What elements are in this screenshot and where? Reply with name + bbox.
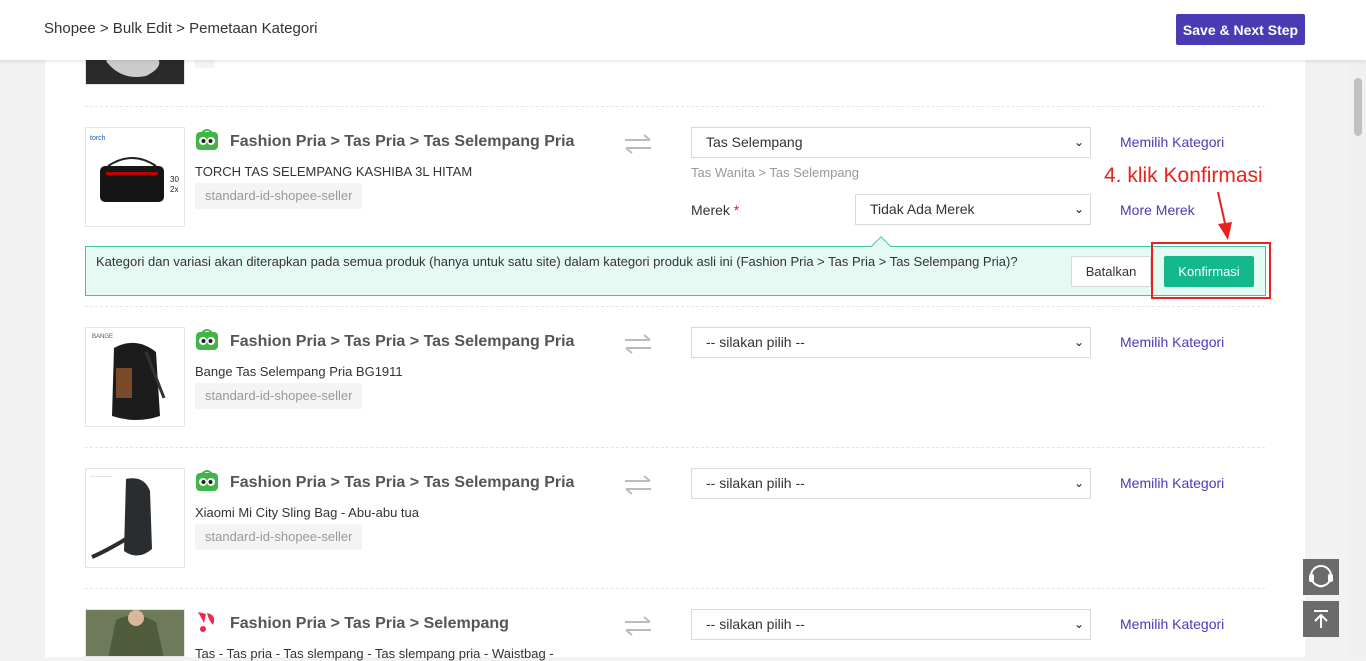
category-select[interactable]: -- silakan pilih -- ⌄	[691, 327, 1091, 358]
swap-arrows-icon	[623, 474, 653, 496]
swap-arrows-icon	[623, 615, 653, 637]
svg-text:BANGE: BANGE	[92, 334, 113, 340]
arrow-up-icon	[1314, 610, 1328, 628]
tokopedia-store-icon	[195, 327, 219, 351]
lazada-store-icon	[195, 609, 219, 633]
svg-text:................: ................	[90, 473, 112, 479]
breadcrumb: Shopee > Bulk Edit > Pemetaan Kategori	[44, 20, 318, 37]
divider	[85, 306, 1265, 307]
seller-tag: standard-id-shopee-seller	[195, 524, 363, 550]
annotation-arrow-icon	[1217, 191, 1232, 240]
save-next-step-button[interactable]: Save & Next Step	[1176, 14, 1305, 45]
chevron-down-icon: ⌄	[1073, 202, 1084, 216]
svg-text:2x: 2x	[170, 185, 178, 194]
svg-text:torch: torch	[90, 135, 106, 142]
brand-label: Merek *	[691, 202, 740, 218]
chevron-down-icon: ⌄	[1073, 476, 1084, 490]
category-select[interactable]: -- silakan pilih -- ⌄	[691, 468, 1091, 499]
seller-tag: standard-id-shopee-seller	[195, 383, 363, 409]
choose-category-link[interactable]: Memilih Kategori	[1120, 616, 1224, 632]
svg-text:30: 30	[170, 175, 179, 184]
confirm-banner: Kategori dan variasi akan diterapkan pad…	[85, 246, 1266, 296]
back-to-top-button[interactable]	[1303, 601, 1339, 637]
swap-arrows-icon	[623, 333, 653, 355]
category-select[interactable]: Tas Selempang ⌄	[691, 127, 1091, 158]
product-thumbnail: BANGE	[85, 327, 185, 427]
top-bar: Shopee > Bulk Edit > Pemetaan Kategori S…	[0, 0, 1366, 60]
swap-arrows-icon	[623, 133, 653, 155]
source-category: Fashion Pria > Tas Pria > Tas Selempang …	[230, 133, 575, 150]
product-name: Bange Tas Selempang Pria BG1911	[195, 364, 403, 379]
choose-category-link[interactable]: Memilih Kategori	[1120, 334, 1224, 350]
annotation-highlight-box	[1151, 242, 1271, 299]
divider	[85, 588, 1265, 589]
customer-service-button[interactable]	[1303, 559, 1339, 595]
scrollbar[interactable]	[1350, 60, 1366, 657]
selected-category-path: Tas Wanita > Tas Selempang	[691, 165, 860, 180]
tokopedia-store-icon	[195, 468, 219, 492]
product-thumbnail: ................	[85, 468, 185, 568]
category-select[interactable]: -- silakan pilih -- ⌄	[691, 609, 1091, 640]
more-brand-link[interactable]: More Merek	[1120, 202, 1195, 218]
product-thumbnail: torch 30 2x	[85, 127, 185, 227]
choose-category-link[interactable]: Memilih Kategori	[1120, 134, 1224, 150]
brand-select[interactable]: Tidak Ada Merek ⌄	[855, 194, 1091, 225]
divider	[85, 106, 1265, 107]
divider	[85, 447, 1265, 448]
chevron-down-icon: ⌄	[1073, 335, 1084, 349]
source-category: Fashion Pria > Tas Pria > Tas Selempang …	[230, 474, 575, 491]
headset-icon	[1309, 565, 1333, 588]
cancel-button[interactable]: Batalkan	[1071, 256, 1151, 287]
confirm-message: Kategori dan variasi akan diterapkan pad…	[96, 254, 1018, 269]
seller-tag: standard-id-shopee-seller	[195, 183, 363, 209]
product-name: TORCH TAS SELEMPANG KASHIBA 3L HITAM	[195, 164, 473, 179]
source-category: Fashion Pria > Tas Pria > Tas Selempang …	[230, 333, 575, 350]
source-category: Fashion Pria > Tas Pria > Selempang	[230, 615, 509, 632]
choose-category-link[interactable]: Memilih Kategori	[1120, 475, 1224, 491]
product-thumbnail	[85, 609, 185, 657]
tokopedia-store-icon	[195, 127, 219, 151]
chevron-down-icon: ⌄	[1073, 617, 1084, 631]
product-name: Tas - Tas pria - Tas slempang - Tas slem…	[195, 646, 554, 661]
content-panel	[45, 0, 1305, 657]
chevron-down-icon: ⌄	[1073, 135, 1084, 149]
product-name: Xiaomi Mi City Sling Bag - Abu-abu tua	[195, 505, 419, 520]
scrollbar-thumb[interactable]	[1354, 78, 1362, 136]
annotation-text: 4. klik Konfirmasi	[1104, 164, 1263, 187]
